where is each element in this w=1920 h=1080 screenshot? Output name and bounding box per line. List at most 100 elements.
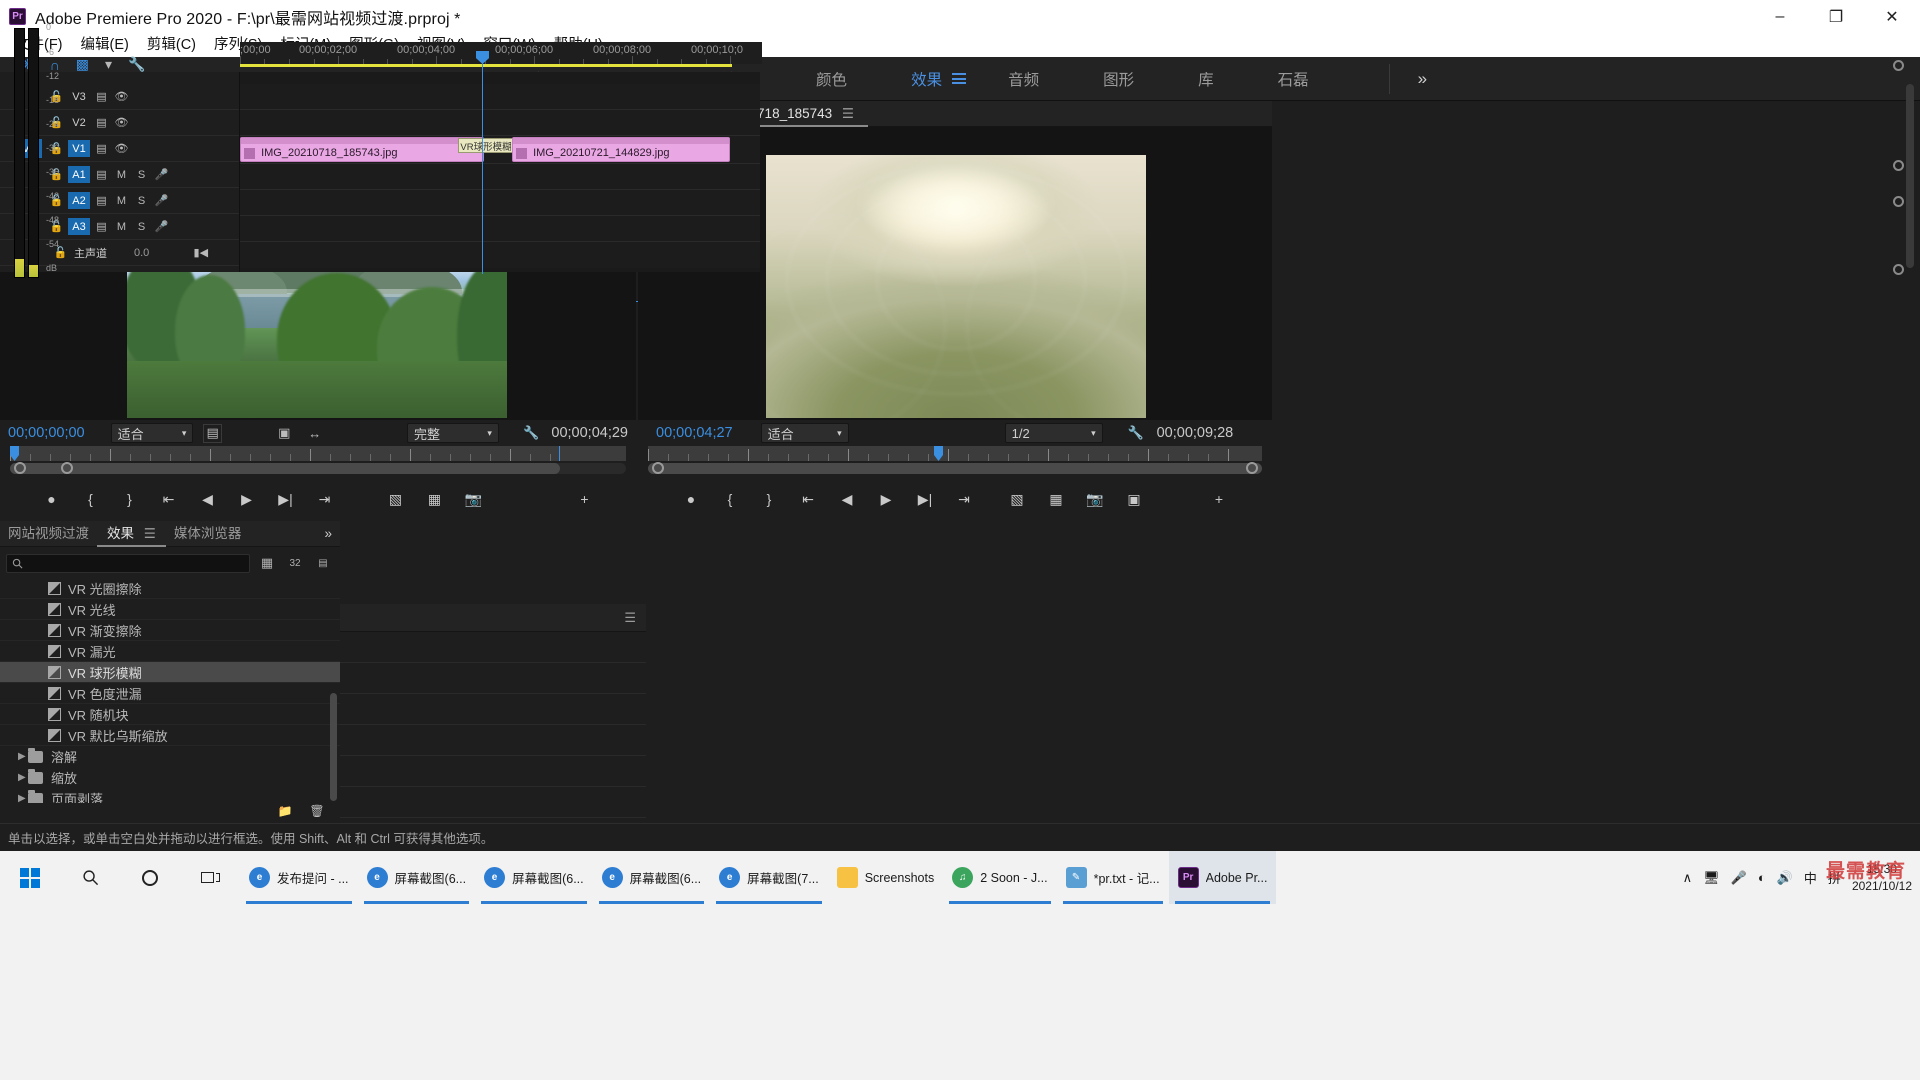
list-item[interactable]: VR 默比乌斯缩放 bbox=[0, 725, 340, 746]
list-item[interactable]: VR 漏光 bbox=[0, 641, 340, 662]
task-view-icon[interactable] bbox=[180, 851, 240, 904]
goto-in-icon[interactable]: ⇤ bbox=[149, 484, 188, 514]
master-track-height-handle[interactable] bbox=[1893, 264, 1904, 275]
workspace-menu-icon[interactable] bbox=[952, 71, 967, 87]
timeline-vertical-scrollbar[interactable] bbox=[1906, 84, 1914, 268]
solo-button-a1[interactable]: S bbox=[133, 166, 150, 183]
list-item-folder[interactable]: ▶ 缩放 bbox=[0, 767, 340, 788]
mic-icon[interactable]: 🎤 bbox=[153, 166, 170, 183]
source-current-timecode[interactable]: 00;00;00;00 bbox=[8, 425, 85, 441]
lift-icon[interactable]: ▧ bbox=[998, 484, 1037, 514]
sync-lock-icon[interactable]: ▤ bbox=[93, 140, 110, 157]
list-item[interactable]: VR 随机块 bbox=[0, 704, 340, 725]
new-bin-icon[interactable]: 📁 bbox=[274, 801, 296, 821]
taskbar-item-notepad[interactable]: ✎ *pr.txt - 记... bbox=[1057, 851, 1169, 904]
a1-track-height-handle[interactable] bbox=[1893, 196, 1904, 207]
goto-out-icon[interactable]: ⇥ bbox=[305, 484, 344, 514]
workspace-tab-libraries[interactable]: 库 bbox=[1166, 68, 1246, 90]
taskbar-item-browser-5[interactable]: e 屏幕截图(7... bbox=[710, 851, 828, 904]
effects-list-scrollbar[interactable] bbox=[330, 693, 337, 801]
export-frame-icon[interactable]: 📷 bbox=[454, 484, 493, 514]
mark-out-icon[interactable]: } bbox=[110, 484, 149, 514]
insert-icon[interactable]: ▧ bbox=[376, 484, 415, 514]
timeline-track-height-handle[interactable] bbox=[1893, 60, 1904, 71]
timeline-work-area-bar[interactable] bbox=[240, 64, 732, 67]
workspace-tab-color[interactable]: 颜色 bbox=[784, 68, 879, 90]
mic-icon[interactable]: 🎤 bbox=[153, 192, 170, 209]
track-lane-v2[interactable] bbox=[240, 110, 760, 136]
accelerated-effects-icon[interactable]: ▦ bbox=[256, 553, 278, 573]
overwrite-icon[interactable]: ▦ bbox=[415, 484, 454, 514]
screen-icon[interactable]: 🖥 bbox=[1703, 870, 1720, 886]
source-quality-select[interactable]: 完整 ▾ bbox=[406, 423, 499, 443]
solo-button-a3[interactable]: S bbox=[133, 218, 150, 235]
sync-lock-icon[interactable]: ▤ bbox=[93, 192, 110, 209]
list-item-folder[interactable]: ▶ 溶解 bbox=[0, 746, 340, 767]
track-lane-a3[interactable] bbox=[240, 216, 760, 242]
program-current-timecode[interactable]: 00;00;04;27 bbox=[656, 425, 733, 441]
source-select-zoom-icon[interactable]: ▤ bbox=[203, 423, 223, 443]
mark-in-icon[interactable]: { bbox=[711, 484, 750, 514]
program-time-ruler[interactable] bbox=[648, 446, 1262, 461]
button-editor-plus-icon[interactable]: + bbox=[565, 484, 604, 514]
ycbcr-icon[interactable]: ▤ bbox=[312, 553, 334, 573]
search-input[interactable] bbox=[6, 553, 250, 573]
tab-web-video-transitions[interactable]: 网站视频过渡 bbox=[0, 521, 97, 547]
mute-button-a1[interactable]: M bbox=[113, 166, 130, 183]
source-fit-select[interactable]: 适合 ▾ bbox=[110, 423, 194, 443]
track-lane-a2[interactable] bbox=[240, 190, 760, 216]
eye-icon[interactable]: 👁 bbox=[113, 114, 130, 131]
effects-panel-menu-icon[interactable]: ☰ bbox=[144, 521, 156, 547]
track-lane-v1[interactable]: IMG_20210718_185743.jpg VR球形模糊 IMG_20210… bbox=[240, 136, 760, 164]
mic-icon[interactable]: 🎤 bbox=[153, 218, 170, 235]
master-level-value[interactable]: 0.0 bbox=[134, 247, 149, 259]
mic-icon[interactable]: 🎤 bbox=[1731, 870, 1747, 886]
mark-out-icon[interactable]: } bbox=[750, 484, 789, 514]
sync-lock-icon[interactable]: ▤ bbox=[93, 114, 110, 131]
taskbar-item-music-player[interactable]: ♫ 2 Soon - J... bbox=[943, 851, 1056, 904]
program-zoom-handle-right[interactable] bbox=[1246, 462, 1258, 474]
step-back-icon[interactable]: ◀ bbox=[188, 484, 227, 514]
goto-in-icon[interactable]: ⇤ bbox=[789, 484, 828, 514]
chevron-up-icon[interactable]: ∧ bbox=[1683, 870, 1693, 886]
source-drag-icon[interactable]: ↔ bbox=[305, 423, 325, 443]
source-settings-icon[interactable]: ▣ bbox=[274, 423, 294, 443]
delete-icon[interactable]: 🗑 bbox=[306, 801, 328, 821]
taskbar-item-browser-1[interactable]: e 发布提问 - ... bbox=[240, 851, 358, 904]
wrench-icon[interactable]: 🔧 bbox=[128, 56, 145, 73]
program-zoom-handle-left[interactable] bbox=[652, 462, 664, 474]
program-scroll-zoom-bar[interactable] bbox=[648, 462, 1262, 477]
source-zoom-handle-right[interactable] bbox=[61, 462, 73, 474]
export-frame-icon[interactable]: 📷 bbox=[1076, 484, 1115, 514]
add-marker-icon[interactable]: ▾ bbox=[105, 56, 112, 73]
solo-button-a2[interactable]: S bbox=[133, 192, 150, 209]
taskbar-item-premiere[interactable]: Pr Adobe Pr... bbox=[1168, 851, 1277, 904]
workspace-tab-graphics[interactable]: 图形 bbox=[1071, 68, 1166, 90]
step-forward-icon[interactable]: ▶| bbox=[266, 484, 305, 514]
master-meter-icon[interactable]: ▮◀ bbox=[192, 244, 209, 261]
timeline-time-ruler[interactable]: ;00;00 00;00;02;00 00;00;04;00 00;00;06;… bbox=[240, 42, 762, 64]
program-duration-timecode[interactable]: 00;00;09;28 bbox=[1157, 425, 1234, 441]
extract-icon[interactable]: ▦ bbox=[1037, 484, 1076, 514]
source-time-ruler[interactable] bbox=[10, 446, 626, 461]
effects-panel-overflow-icon[interactable]: » bbox=[316, 521, 340, 547]
workspace-tab-audio[interactable]: 音频 bbox=[976, 68, 1071, 90]
network-icon[interactable]: ◐ bbox=[1758, 870, 1766, 885]
track-lane-a1[interactable] bbox=[240, 164, 760, 190]
play-icon[interactable]: ▶ bbox=[227, 484, 266, 514]
list-item[interactable]: VR 色度泄漏 bbox=[0, 683, 340, 704]
eye-icon[interactable]: 👁 bbox=[113, 140, 130, 157]
source-scroll-zoom-bar[interactable] bbox=[10, 462, 626, 477]
close-button[interactable]: ✕ bbox=[1864, 0, 1920, 33]
track-lane-v3[interactable] bbox=[240, 84, 760, 110]
taskbar-item-browser-3[interactable]: e 屏幕截图(6... bbox=[475, 851, 593, 904]
eye-icon[interactable]: 👁 bbox=[113, 88, 130, 105]
mute-button-a2[interactable]: M bbox=[113, 192, 130, 209]
add-marker-icon[interactable]: ● bbox=[672, 484, 711, 514]
sync-lock-icon[interactable]: ▤ bbox=[93, 166, 110, 183]
right-panel-menu-icon[interactable]: ☰ bbox=[624, 610, 636, 626]
sync-lock-icon[interactable]: ▤ bbox=[93, 218, 110, 235]
table-row[interactable]: IMG_20210721_144829.jpg bbox=[512, 137, 730, 162]
list-item[interactable]: VR 光圈擦除 bbox=[0, 578, 340, 599]
menu-clip[interactable]: 剪辑(C) bbox=[138, 33, 205, 57]
